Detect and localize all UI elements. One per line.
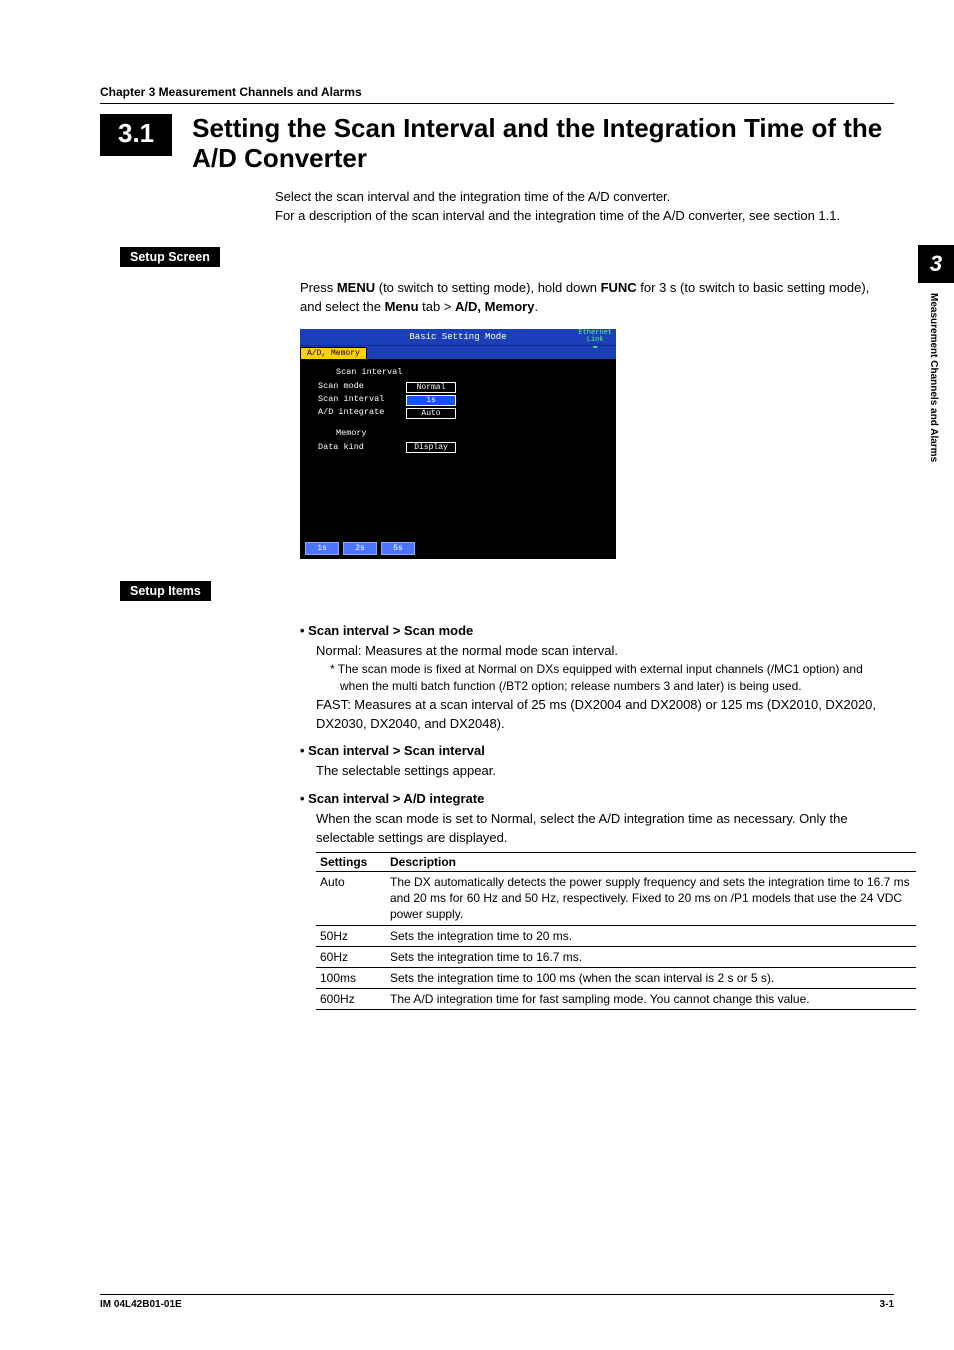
field-data-kind[interactable]: Display [406,442,456,453]
item-ad-integrate-title: Scan interval > A/D integrate [300,791,894,806]
cell-description: Sets the integration time to 20 ms. [386,925,916,946]
field-scan-mode[interactable]: Normal [406,382,456,393]
cell-description: Sets the integration time to 16.7 ms. [386,946,916,967]
softkey-2s[interactable]: 2s [343,542,377,555]
device-screenshot: Basic Setting Mode EthernetLink▬ A/D, Me… [300,329,616,559]
ad-memory: A/D, Memory [455,299,534,314]
table-row: 100msSets the integration time to 100 ms… [316,967,916,988]
func-key: FUNC [601,280,637,295]
section-title: Setting the Scan Interval and the Integr… [192,114,894,174]
ss-title: Basic Setting Mode [409,332,506,342]
item-scan-interval-title: Scan interval > Scan interval [300,743,894,758]
label-scan-mode: Scan mode [318,381,406,392]
side-tab-text: Measurement Channels and Alarms [918,283,949,472]
menu-key: MENU [337,280,375,295]
item-scan-mode-note: The scan mode is fixed at Normal on DXs … [330,661,894,696]
intro-line-1: Select the scan interval and the integra… [275,188,894,207]
item-scan-mode-normal: Normal: Measures at the normal mode scan… [316,642,894,661]
intro-line-2: For a description of the scan interval a… [275,207,894,226]
cell-setting: 100ms [316,967,386,988]
setup-screen-instructions: Press MENU (to switch to setting mode), … [300,279,894,317]
group-scan-interval: Scan interval [336,367,604,378]
ad-integrate-settings-table: Settings Description AutoThe DX automati… [316,852,916,1010]
side-tab-number: 3 [918,245,954,283]
ss-body: Scan interval Scan mode Normal Scan inte… [300,359,616,539]
item-scan-interval-body: The selectable settings appear. [316,762,894,781]
page-footer: IM 04L42B01-01E 3-1 [100,1294,894,1310]
label-ad-integrate: A/D integrate [318,407,406,418]
th-description: Description [386,853,916,872]
text: . [534,299,538,314]
cell-description: Sets the integration time to 100 ms (whe… [386,967,916,988]
setup-screen-heading: Setup Screen [120,247,220,267]
label-scan-interval: Scan interval [318,394,406,405]
section-number: 3.1 [100,114,172,156]
label-data-kind: Data kind [318,442,406,453]
footer-page-num: 3-1 [880,1299,894,1310]
text: tab > [419,299,456,314]
chapter-header: Chapter 3 Measurement Channels and Alarm… [100,85,894,104]
softkey-1s[interactable]: 1s [305,542,339,555]
table-row: 60HzSets the integration time to 16.7 ms… [316,946,916,967]
table-row: 600HzThe A/D integration time for fast s… [316,989,916,1010]
setup-items-heading: Setup Items [120,581,211,601]
ethernet-indicator: EthernetLink▬ [578,330,612,351]
footer-doc-id: IM 04L42B01-01E [100,1299,182,1310]
cell-setting: 600Hz [316,989,386,1010]
item-scan-mode-fast: FAST: Measures at a scan interval of 25 … [316,696,894,734]
cell-description: The A/D integration time for fast sampli… [386,989,916,1010]
side-tab: 3 Measurement Channels and Alarms [918,245,954,472]
ss-titlebar: Basic Setting Mode EthernetLink▬ [300,329,616,345]
text: When the scan mode is set to [316,811,491,826]
softkey-5s[interactable]: 5s [381,542,415,555]
cell-setting: 50Hz [316,925,386,946]
menu-tab: Menu [385,299,419,314]
text: (to switch to setting mode), hold down [375,280,600,295]
field-ad-integrate[interactable]: Auto [406,408,456,419]
item-ad-integrate-body: When the scan mode is set to Normal, sel… [316,810,894,848]
cell-setting: 60Hz [316,946,386,967]
cell-setting: Auto [316,872,386,926]
th-settings: Settings [316,853,386,872]
table-row: 50HzSets the integration time to 20 ms. [316,925,916,946]
item-scan-mode-title: Scan interval > Scan mode [300,623,894,638]
ss-soft-buttons: 1s 2s 5s [300,539,616,559]
ss-tabbar: A/D, Memory [300,345,616,359]
table-row: AutoThe DX automatically detects the pow… [316,872,916,926]
field-scan-interval[interactable]: 1s [406,395,456,406]
group-memory: Memory [336,428,604,439]
text: Press [300,280,337,295]
normal-bold: Normal [491,811,533,826]
cell-description: The DX automatically detects the power s… [386,872,916,926]
tab-ad-memory[interactable]: A/D, Memory [300,347,367,359]
